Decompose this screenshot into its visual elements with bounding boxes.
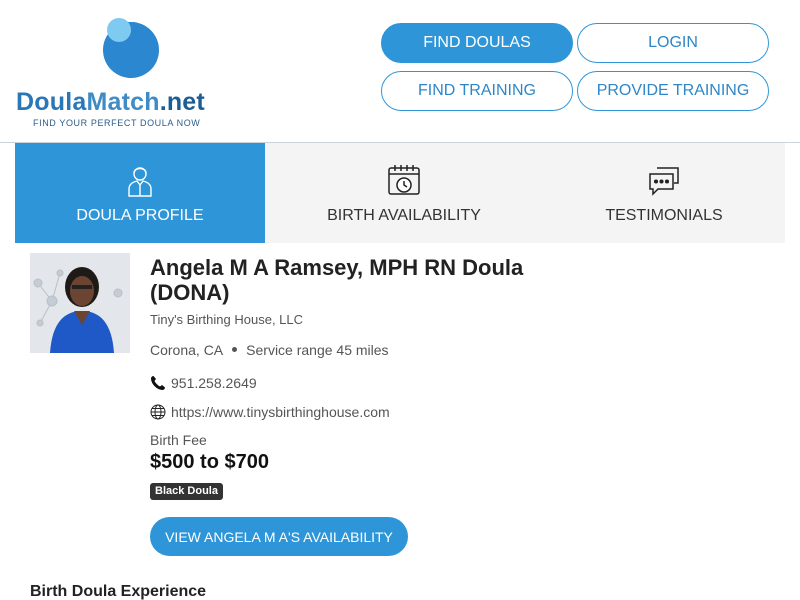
- find-training-button[interactable]: FIND TRAINING: [381, 71, 573, 111]
- tab-testimonials[interactable]: TESTIMONIALS: [543, 143, 785, 243]
- logo-wordmark: DoulaMatch.net: [16, 88, 205, 116]
- provide-training-button[interactable]: PROVIDE TRAINING: [577, 71, 769, 111]
- site-header: DoulaMatch.net FIND YOUR PERFECT DOULA N…: [0, 0, 800, 143]
- website-row[interactable]: https://www.tinysbirthinghouse.com: [150, 404, 390, 420]
- person-icon: [128, 167, 152, 197]
- tab-label: DOULA PROFILE: [76, 207, 204, 224]
- logo-tagline: FIND YOUR PERFECT DOULA NOW: [33, 118, 201, 128]
- birth-doula-experience-heading: Birth Doula Experience: [30, 583, 207, 600]
- black-doula-badge: Black Doula: [150, 483, 223, 500]
- profile-tabs: DOULA PROFILE BIRTH AVAILABILITY TESTIMO…: [15, 143, 785, 243]
- tab-doula-profile[interactable]: DOULA PROFILE: [15, 143, 265, 243]
- service-range: Service range 45 miles: [246, 342, 389, 358]
- website-link[interactable]: https://www.tinysbirthinghouse.com: [171, 404, 390, 420]
- doulamatch-logo[interactable]: DoulaMatch.net FIND YOUR PERFECT DOULA N…: [16, 10, 226, 135]
- city: Corona, CA: [150, 342, 224, 358]
- phone-row[interactable]: 951.258.2649: [150, 375, 257, 391]
- phone-number[interactable]: 951.258.2649: [171, 375, 257, 391]
- doula-name: Angela M A Ramsey, MPH RN Doula (DONA): [150, 255, 524, 305]
- tab-label: TESTIMONIALS: [605, 207, 723, 224]
- calendar-clock-icon: [388, 165, 420, 195]
- separator-dot: [232, 347, 238, 353]
- login-button[interactable]: LOGIN: [577, 23, 769, 63]
- logo-mark-icon: [103, 18, 159, 78]
- tab-birth-availability[interactable]: BIRTH AVAILABILITY: [265, 143, 543, 243]
- tab-label: BIRTH AVAILABILITY: [327, 207, 481, 224]
- globe-icon: [150, 404, 166, 420]
- birth-fee-value: $500 to $700: [150, 451, 269, 473]
- chat-bubbles-icon: [649, 167, 679, 196]
- find-doulas-button[interactable]: FIND DOULAS: [381, 23, 573, 63]
- location-line: Corona, CA Service range 45 miles: [150, 342, 389, 358]
- view-availability-button[interactable]: VIEW ANGELA M A'S AVAILABILITY: [150, 517, 408, 556]
- doula-photo: [30, 253, 130, 353]
- business-name: Tiny's Birthing House, LLC: [150, 312, 304, 327]
- doula-portrait-image: [30, 253, 130, 353]
- phone-icon: [151, 376, 165, 390]
- birth-fee-label: Birth Fee: [150, 432, 207, 448]
